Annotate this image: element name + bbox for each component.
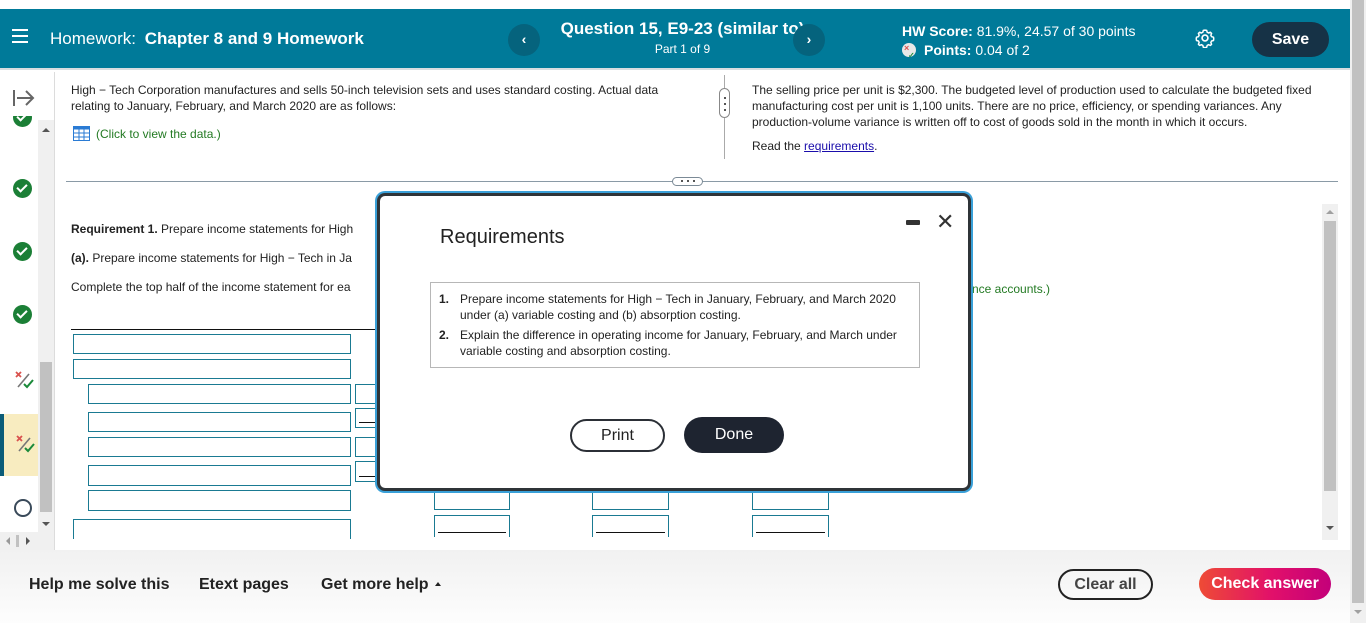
- question-title-block: Question 15, E9-23 (similar to) Part 1 o…: [540, 19, 825, 56]
- page-scrollbar-thumb[interactable]: [1352, 0, 1364, 603]
- check-answer-button[interactable]: Check answer: [1199, 568, 1331, 600]
- part-a-line: (a). Prepare income statements for High …: [71, 251, 352, 265]
- homework-title: Homework: Chapter 8 and 9 Homework: [50, 29, 364, 49]
- print-button[interactable]: Print: [570, 419, 665, 452]
- homework-prefix: Homework:: [50, 29, 136, 48]
- close-icon[interactable]: ✕: [936, 209, 954, 235]
- help-me-solve-link[interactable]: Help me solve this: [29, 576, 170, 594]
- requirement-item: 2. Explain the difference in operating i…: [439, 328, 897, 358]
- statement-header-rule: [71, 329, 376, 330]
- statement-label-input[interactable]: [88, 465, 351, 486]
- read-requirements-line: Read the requirements.: [752, 139, 878, 153]
- scroll-left-arrow-icon[interactable]: [6, 537, 10, 545]
- sidebar-question-item[interactable]: [0, 116, 38, 134]
- page-scrollbar[interactable]: [1350, 0, 1366, 623]
- question-title: Question 15, E9-23 (similar to): [560, 19, 805, 38]
- pane-resize-handle[interactable]: [719, 88, 730, 118]
- january-value-input[interactable]: [434, 515, 510, 537]
- scroll-right-arrow-icon[interactable]: [26, 537, 30, 545]
- next-question-button[interactable]: ›: [793, 24, 825, 56]
- answer-scrollbar[interactable]: [1322, 204, 1338, 540]
- requirement-1-line: Requirement 1. Prepare income statements…: [71, 222, 354, 236]
- sidebar-scrollbar-thumb[interactable]: [40, 362, 52, 512]
- statement-label-input[interactable]: [88, 437, 351, 457]
- hw-score-label: HW Score:: [902, 23, 973, 39]
- partial-credit-icon: [902, 43, 916, 57]
- homework-name: Chapter 8 and 9 Homework: [144, 29, 364, 48]
- view-data-link-text[interactable]: (Click to view the data.): [96, 127, 221, 141]
- question-right-pane: The selling price per unit is $2,300. Th…: [752, 82, 1342, 154]
- data-table-icon: [73, 126, 90, 141]
- statement-label-input[interactable]: [88, 412, 351, 432]
- statement-label-input[interactable]: [73, 334, 351, 354]
- caret-up-icon: [434, 582, 441, 586]
- dialog-title: Requirements: [440, 226, 565, 248]
- clear-all-button[interactable]: Clear all: [1058, 569, 1153, 600]
- statement-label-input[interactable]: [73, 519, 351, 539]
- app-header: Homework: Chapter 8 and 9 Homework ‹ Que…: [0, 9, 1350, 70]
- requirements-list: 1. Prepare income statements for High − …: [430, 282, 920, 368]
- correct-check-icon: [13, 242, 32, 261]
- done-button[interactable]: Done: [684, 417, 784, 453]
- view-data-link[interactable]: (Click to view the data.): [71, 126, 691, 142]
- correct-check-icon: [13, 179, 32, 198]
- instruction-hint-tail: nce accounts.): [972, 282, 1051, 296]
- correct-check-icon: [13, 116, 32, 127]
- question-left-pane: High − Tech Corporation manufactures and…: [71, 82, 691, 142]
- previous-question-button[interactable]: ‹: [508, 24, 540, 56]
- scroll-up-arrow-icon[interactable]: [1326, 210, 1334, 214]
- question-intro: High − Tech Corporation manufactures and…: [71, 83, 659, 113]
- section-resize-handle[interactable]: [672, 177, 703, 186]
- settings-gear-icon[interactable]: [1195, 28, 1215, 48]
- top-strip: [0, 0, 1350, 9]
- requirements-link[interactable]: requirements: [804, 139, 874, 153]
- scroll-down-arrow-icon[interactable]: [1354, 610, 1362, 614]
- get-more-help-menu[interactable]: Get more help: [321, 576, 441, 594]
- save-button[interactable]: Save: [1252, 22, 1329, 57]
- partial-credit-icon: [15, 371, 34, 389]
- march-value-input[interactable]: [752, 488, 829, 510]
- score-block: HW Score: 81.9%, 24.57 of 30 points Poin…: [902, 22, 1135, 60]
- points-value: 0.04 of 2: [975, 42, 1030, 58]
- requirement-item: 1. Prepare income statements for High − …: [439, 292, 896, 322]
- answer-scrollbar-thumb[interactable]: [1324, 221, 1336, 491]
- statement-label-input[interactable]: [88, 384, 351, 404]
- scroll-up-arrow-icon[interactable]: [42, 128, 50, 132]
- january-value-input[interactable]: [434, 488, 510, 510]
- scroll-down-arrow-icon[interactable]: [42, 522, 50, 526]
- february-value-input[interactable]: [592, 515, 669, 537]
- statement-label-input[interactable]: [88, 490, 351, 511]
- expand-sidebar-icon[interactable]: [12, 88, 36, 108]
- sidebar-question-item[interactable]: [0, 227, 38, 289]
- question-sidebar: [0, 72, 55, 550]
- february-value-input[interactable]: [592, 488, 669, 510]
- points-label: Points:: [924, 42, 972, 58]
- horizontal-scrollbar-thumb[interactable]: [16, 535, 19, 547]
- hamburger-menu-icon[interactable]: [12, 29, 28, 45]
- sidebar-question-item-current[interactable]: [0, 414, 38, 476]
- question-details: The selling price per unit is $2,300. Th…: [752, 83, 1312, 129]
- etext-pages-link[interactable]: Etext pages: [199, 576, 289, 594]
- sidebar-question-item[interactable]: [0, 164, 38, 226]
- sidebar-scrollbar[interactable]: [38, 120, 54, 550]
- march-value-input[interactable]: [752, 515, 829, 537]
- sidebar-horizontal-scrollbar[interactable]: [0, 532, 38, 550]
- requirements-dialog: Requirements ✕ 1. Prepare income stateme…: [377, 193, 971, 491]
- statement-label-input[interactable]: [73, 359, 351, 379]
- instruction-line: Complete the top half of the income stat…: [71, 280, 351, 294]
- unanswered-circle-icon: [14, 499, 32, 517]
- partial-credit-icon: [16, 435, 35, 453]
- hw-score-value: 81.9%, 24.57 of 30 points: [976, 23, 1136, 39]
- sidebar-question-item[interactable]: [0, 352, 38, 414]
- scroll-down-arrow-icon[interactable]: [1326, 526, 1334, 530]
- correct-check-icon: [13, 305, 32, 324]
- footer-bar: Help me solve this Etext pages Get more …: [0, 550, 1350, 623]
- sidebar-question-item[interactable]: [0, 290, 38, 352]
- minimize-icon[interactable]: [906, 220, 920, 225]
- question-part: Part 1 of 9: [654, 42, 711, 56]
